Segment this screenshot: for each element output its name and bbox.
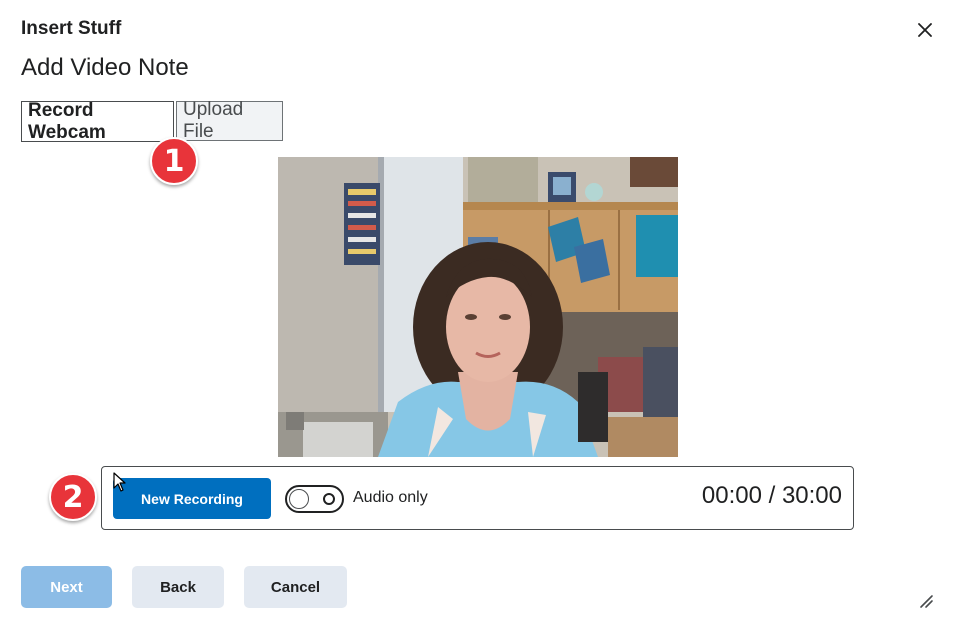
audio-only-toggle[interactable] [285, 485, 344, 513]
close-button[interactable] [912, 17, 938, 43]
webcam-video-frame [278, 157, 678, 457]
mouse-cursor-icon [113, 472, 126, 492]
annotation-badge-1: 1 [150, 137, 198, 185]
recording-controls: New Recording Audio only 00:00 / 30:00 [101, 466, 854, 530]
new-recording-button[interactable]: New Recording [113, 478, 271, 519]
webcam-preview [278, 157, 678, 457]
resize-handle-icon[interactable] [918, 593, 934, 609]
dialog-title: Insert Stuff [21, 18, 122, 39]
annotation-badge-2: 2 [49, 473, 97, 521]
cancel-button[interactable]: Cancel [244, 566, 347, 608]
dialog-subtitle: Add Video Note [21, 54, 189, 81]
back-button[interactable]: Back [132, 566, 224, 608]
next-button[interactable]: Next [21, 566, 112, 608]
toggle-knob [289, 489, 309, 509]
tab-upload-file[interactable]: Upload File [176, 99, 283, 142]
toggle-off-ring-icon [323, 493, 335, 505]
close-icon [918, 23, 932, 37]
tab-record-webcam[interactable]: Record Webcam [21, 100, 174, 143]
tab-bar: Record Webcam Upload File [21, 99, 283, 143]
recording-timer: 00:00 / 30:00 [701, 482, 842, 509]
audio-only-label: Audio only [353, 489, 428, 506]
